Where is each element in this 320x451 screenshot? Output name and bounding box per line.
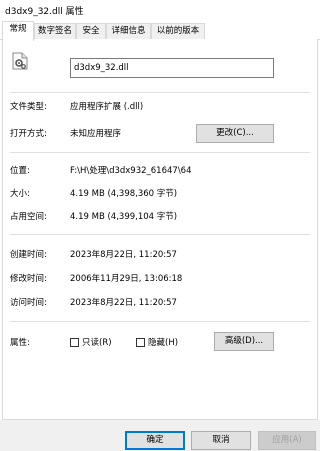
divider [10,92,310,93]
file-type-label: 文件类型: [10,102,47,112]
file-type-value: 应用程序扩展 (.dll) [70,102,144,112]
size-label: 大小: [10,189,30,199]
tab-strip: 常规 数字签名 安全 详细信息 以前的版本 [0,21,320,41]
tab-details[interactable]: 详细信息 [106,23,151,40]
change-button[interactable]: 更改(C)... [196,124,274,143]
ok-button[interactable]: 确定 [125,431,185,450]
readonly-checkbox[interactable]: 只读(R) [70,336,112,348]
tab-previous-versions[interactable]: 以前的版本 [151,23,205,40]
created-value: 2023年8月22日, 11:20:57 [70,250,177,260]
accessed-label: 访问时间: [10,298,47,308]
divider [10,152,310,153]
location-value: F:\H\处理\d3dx932_61647\64 [70,166,192,176]
hidden-checkbox-box[interactable] [136,337,145,347]
hidden-checkbox-label: 隐藏(H) [148,338,179,348]
title-bar: d3dx9_32.dll 属性 [0,0,320,20]
general-panel [2,39,318,420]
modified-value: 2006年11月29日, 13:06:18 [70,274,183,284]
attributes-label: 属性: [10,338,30,348]
divider [10,321,310,322]
size-on-disk-value: 4.19 MB (4,399,104 字节) [70,212,178,222]
cancel-button[interactable]: 取消 [191,431,251,450]
readonly-checkbox-box[interactable] [70,337,79,347]
advanced-button[interactable]: 高级(D)... [214,332,274,351]
dll-file-gear-icon [12,52,28,70]
size-on-disk-label: 占用空间: [10,212,47,222]
opens-with-value: 未知应用程序 [70,129,122,139]
accessed-value: 2023年8月22日, 11:20:57 [70,298,177,308]
readonly-checkbox-label: 只读(R) [82,338,112,348]
file-name-field[interactable]: d3dx9_32.dll [70,58,274,78]
apply-button[interactable]: 应用(A) [258,431,316,450]
tab-security[interactable]: 安全 [76,23,106,40]
created-label: 创建时间: [10,250,47,260]
tab-digital-signatures[interactable]: 数字签名 [34,23,76,40]
size-value: 4.19 MB (4,398,360 字节) [70,189,178,199]
hidden-checkbox[interactable]: 隐藏(H) [136,336,178,348]
window-title: d3dx9_32.dll 属性 [5,6,84,17]
tab-general[interactable]: 常规 [2,21,34,41]
modified-label: 修改时间: [10,274,47,284]
divider [10,234,310,235]
opens-with-label: 打开方式: [10,129,47,139]
location-label: 位置: [10,166,30,176]
